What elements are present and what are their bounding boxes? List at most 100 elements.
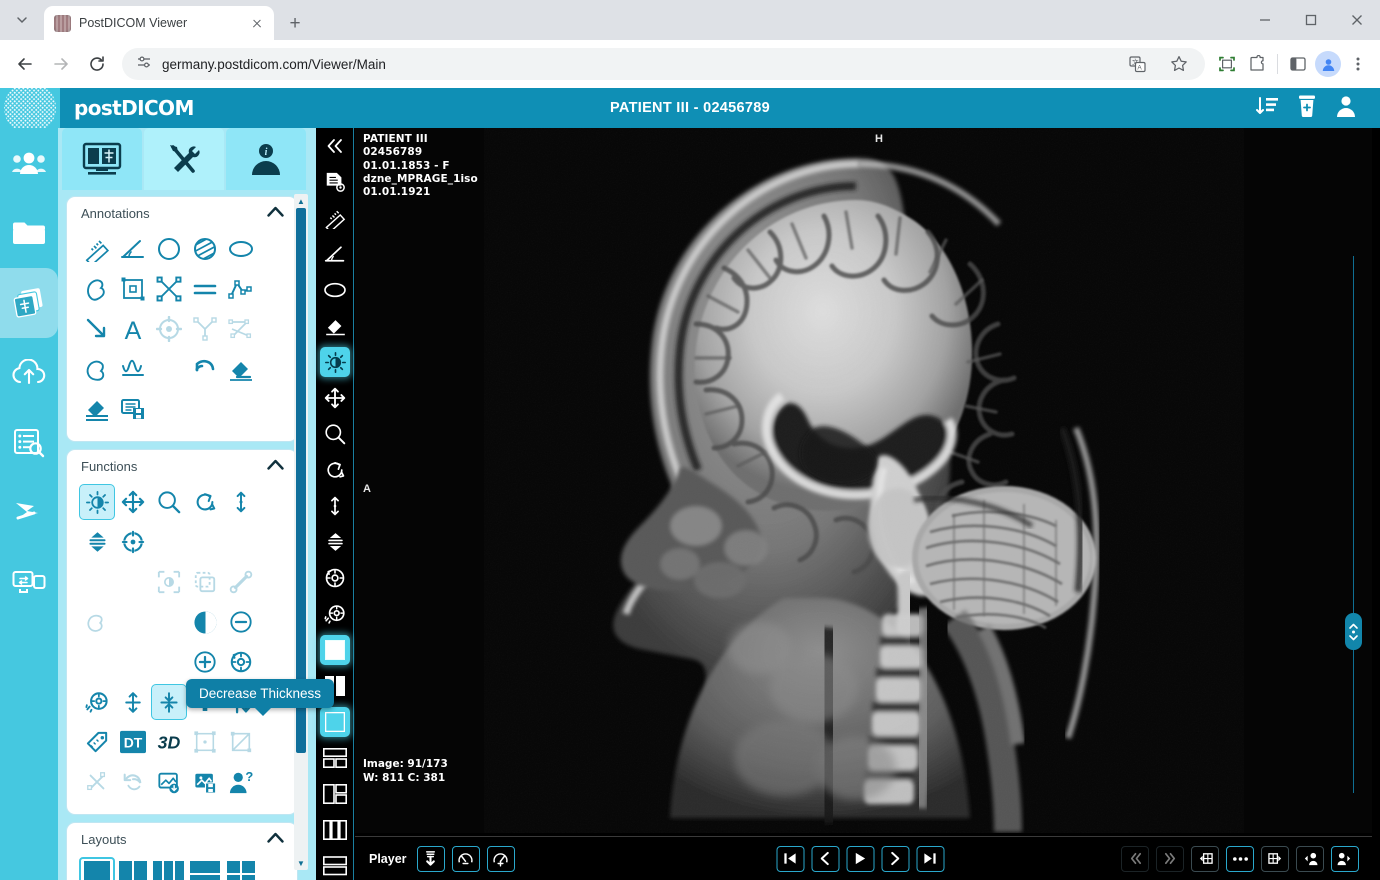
increase-icon[interactable] bbox=[187, 644, 223, 680]
stack-scroll-icon[interactable] bbox=[79, 524, 115, 560]
patient-query-icon[interactable]: ? bbox=[223, 764, 259, 800]
section-annotations-header[interactable]: Annotations bbox=[67, 197, 297, 229]
sidebar-item-share-screens[interactable] bbox=[0, 548, 58, 618]
series-scroll-track[interactable] bbox=[1353, 256, 1354, 793]
scroll-up-arrow-icon[interactable]: ▲ bbox=[294, 194, 308, 208]
shape-tool-icon[interactable] bbox=[79, 604, 115, 640]
circle-icon[interactable] bbox=[151, 231, 187, 267]
profile-avatar-icon[interactable] bbox=[1314, 50, 1342, 78]
translate-icon[interactable]: 文 A bbox=[1123, 50, 1151, 78]
hatched-circle-icon[interactable] bbox=[187, 231, 223, 267]
window-close-icon[interactable] bbox=[1334, 0, 1380, 40]
section-layouts-header[interactable]: Layouts bbox=[67, 823, 297, 855]
speed-decrease-button[interactable] bbox=[452, 846, 480, 872]
scrollbar-thumb[interactable] bbox=[296, 208, 306, 753]
tab-patient-info[interactable]: i bbox=[226, 128, 306, 190]
polyline-icon[interactable] bbox=[223, 271, 259, 307]
cobb-angle-icon[interactable] bbox=[187, 311, 223, 347]
fusion-icon[interactable] bbox=[79, 764, 115, 800]
scroll-vertical-icon[interactable] bbox=[223, 484, 259, 520]
decrease-thickness-icon[interactable] bbox=[151, 684, 187, 720]
ruler-button[interactable] bbox=[316, 200, 354, 236]
bounding-box-icon[interactable] bbox=[187, 724, 223, 760]
cast-icon[interactable] bbox=[1213, 50, 1241, 78]
reset-gear-icon[interactable] bbox=[223, 644, 259, 680]
multi-ruler-icon[interactable] bbox=[223, 311, 259, 347]
previous-patient-button[interactable] bbox=[1296, 846, 1324, 872]
invert-icon[interactable] bbox=[187, 604, 223, 640]
image-viewport[interactable]: PATIENT III 02456789 01.01.1853 - F dzne… bbox=[355, 128, 1372, 833]
layout-1x1[interactable] bbox=[79, 857, 115, 880]
ellipse-icon[interactable] bbox=[223, 231, 259, 267]
layout-1x3-button[interactable] bbox=[316, 812, 354, 848]
rotate-icon[interactable] bbox=[187, 484, 223, 520]
series-scroll-handle[interactable] bbox=[1345, 613, 1362, 650]
roi-window-icon[interactable] bbox=[151, 564, 187, 600]
tab-list-dropdown-icon[interactable] bbox=[0, 0, 44, 40]
sidebar-item-folders[interactable] bbox=[0, 198, 58, 268]
freehand-closed-icon[interactable] bbox=[79, 271, 115, 307]
speed-increase-button[interactable] bbox=[487, 846, 515, 872]
freehand-roi-icon[interactable] bbox=[79, 351, 115, 387]
layout-2x1[interactable] bbox=[187, 857, 223, 880]
crosshair-icon[interactable] bbox=[115, 524, 151, 560]
windowing-button[interactable] bbox=[316, 344, 354, 380]
scroll-down-arrow-icon[interactable]: ▼ bbox=[294, 856, 308, 870]
kebab-menu-icon[interactable] bbox=[1344, 50, 1372, 78]
undo-icon[interactable] bbox=[187, 351, 223, 387]
ruler-icon[interactable] bbox=[79, 231, 115, 267]
sidebar-item-upload[interactable] bbox=[0, 338, 58, 408]
angle-icon[interactable] bbox=[115, 231, 151, 267]
chevron-up-icon[interactable] bbox=[267, 830, 284, 848]
collapse-panel-button[interactable] bbox=[316, 128, 354, 164]
section-functions-header[interactable]: Functions bbox=[67, 450, 297, 482]
pan-icon[interactable] bbox=[115, 484, 151, 520]
zoom-icon[interactable] bbox=[151, 484, 187, 520]
auto-reset-button[interactable] bbox=[316, 596, 354, 632]
tag-icon[interactable] bbox=[79, 724, 115, 760]
arrow-icon[interactable] bbox=[79, 311, 115, 347]
browser-tab[interactable]: PostDICOM Viewer bbox=[44, 6, 274, 40]
reset-button[interactable] bbox=[316, 560, 354, 596]
3d-icon[interactable]: 3D bbox=[151, 724, 187, 760]
cross-ruler-icon[interactable] bbox=[151, 271, 187, 307]
export-image-icon[interactable] bbox=[151, 764, 187, 800]
erase-one-icon[interactable] bbox=[223, 351, 259, 387]
next-series-button[interactable] bbox=[1156, 846, 1184, 872]
auto-gear-icon[interactable] bbox=[79, 684, 115, 720]
star-icon[interactable] bbox=[1165, 50, 1193, 78]
save-annotations-icon[interactable] bbox=[115, 391, 151, 427]
first-frame-button[interactable] bbox=[776, 846, 804, 872]
layout-2x1-button[interactable] bbox=[316, 848, 354, 880]
site-settings-icon[interactable] bbox=[136, 54, 152, 75]
side-panel-icon[interactable] bbox=[1284, 50, 1312, 78]
address-bar[interactable]: germany.postdicom.com/Viewer/Main 文 A bbox=[122, 48, 1205, 80]
dt-icon[interactable]: DT bbox=[115, 724, 151, 760]
layout-1x2[interactable] bbox=[115, 857, 151, 880]
ellipse-button[interactable] bbox=[316, 272, 354, 308]
revert-icon[interactable] bbox=[115, 764, 151, 800]
user-account-icon[interactable] bbox=[1334, 94, 1358, 123]
decrease-icon[interactable] bbox=[223, 604, 259, 640]
scroll-button[interactable] bbox=[316, 488, 354, 524]
next-layout-page-button[interactable] bbox=[1261, 846, 1289, 872]
prev-layout-page-button[interactable] bbox=[1191, 846, 1219, 872]
trash-restore-icon[interactable] bbox=[1296, 94, 1318, 123]
play-button[interactable] bbox=[846, 846, 874, 872]
pan-button[interactable] bbox=[316, 380, 354, 416]
diagonal-box-icon[interactable] bbox=[223, 724, 259, 760]
rectangle-roi-icon[interactable] bbox=[115, 271, 151, 307]
extensions-puzzle-icon[interactable] bbox=[1243, 50, 1271, 78]
rotate-button[interactable] bbox=[316, 452, 354, 488]
sidebar-item-sync[interactable] bbox=[0, 478, 58, 548]
download-series-button[interactable] bbox=[417, 846, 445, 872]
close-icon[interactable] bbox=[248, 14, 266, 32]
reload-icon[interactable] bbox=[80, 47, 114, 81]
windowing-icon[interactable] bbox=[79, 484, 115, 520]
layout-2x2[interactable] bbox=[223, 857, 259, 880]
next-frame-button[interactable] bbox=[881, 846, 909, 872]
report-view-button[interactable] bbox=[316, 164, 354, 200]
angle-button[interactable] bbox=[316, 236, 354, 272]
maximize-icon[interactable] bbox=[1288, 0, 1334, 40]
chevron-up-icon[interactable] bbox=[267, 457, 284, 475]
